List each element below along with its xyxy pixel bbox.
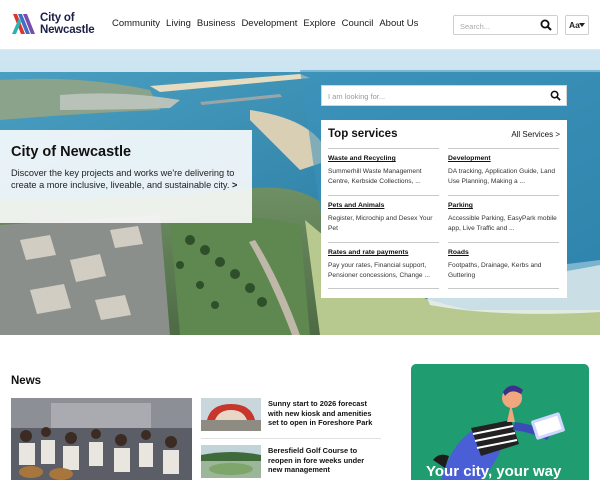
nav-item-living[interactable]: Living xyxy=(166,18,191,29)
news-heading: News xyxy=(11,375,42,387)
nav-item-business[interactable]: Business xyxy=(197,18,236,29)
divider xyxy=(328,288,439,289)
main-nav: Community Living Business Development Ex… xyxy=(112,18,424,29)
service-desc: Footpaths, Drainage, Kerbs and Guttering xyxy=(448,262,542,279)
nav-item-explore[interactable]: Explore xyxy=(303,18,335,29)
all-services-link[interactable]: All Services > xyxy=(511,130,560,139)
search-icon[interactable] xyxy=(540,19,552,31)
text-size-button[interactable]: Aa xyxy=(565,15,589,35)
nav-item-about-us[interactable]: About Us xyxy=(379,18,418,29)
hero-search-input[interactable] xyxy=(322,87,532,106)
logo-text-line2: Newcastle xyxy=(40,24,95,36)
news-title[interactable]: Beresfield Golf Course to reopen in fore… xyxy=(268,446,380,475)
service-item[interactable]: Waste and Recycling Summerhill Waste Man… xyxy=(328,148,439,186)
news-thumb xyxy=(201,445,261,478)
service-title[interactable]: Parking xyxy=(448,202,559,209)
golf-course-photo xyxy=(201,445,261,478)
service-desc: Accessible Parking, EasyPark mobile app,… xyxy=(448,215,557,232)
top-services-card: Top services All Services > Waste and Re… xyxy=(321,120,567,298)
logo-mark-icon xyxy=(12,14,35,34)
divider xyxy=(448,288,559,289)
logo-text: City of Newcastle xyxy=(40,12,95,36)
chevron-right-icon: > xyxy=(231,180,238,190)
news-title[interactable]: Sunny start to 2026 forecast with new ki… xyxy=(268,399,380,428)
divider xyxy=(201,438,381,439)
nav-item-council[interactable]: Council xyxy=(342,18,374,29)
intro-text-body: Discover the key projects and works we'r… xyxy=(11,168,235,190)
site-header: City of Newcastle Community Living Busin… xyxy=(0,0,600,50)
news-thumb xyxy=(201,398,261,431)
logo-text-line1: City of xyxy=(40,12,75,24)
top-services-title: Top services xyxy=(328,128,398,140)
hero: City of Newcastle Discover the key proje… xyxy=(0,50,600,335)
service-item[interactable]: Roads Footpaths, Drainage, Kerbs and Gut… xyxy=(448,242,559,280)
intro-title: City of Newcastle xyxy=(11,144,132,160)
promo-card[interactable]: Your city, your way xyxy=(411,364,589,480)
service-desc: DA tracking, Application Guide, Land Use… xyxy=(448,168,556,185)
header-search xyxy=(453,15,558,36)
service-desc: Register, Microchip and Desex Your Pet xyxy=(328,215,433,232)
header-search-input[interactable] xyxy=(454,17,538,36)
service-item[interactable]: Pets and Animals Register, Microchip and… xyxy=(328,195,439,233)
intro-text[interactable]: Discover the key projects and works we'r… xyxy=(11,167,241,191)
nav-item-community[interactable]: Community xyxy=(112,18,160,29)
service-title[interactable]: Development xyxy=(448,155,559,162)
news-feature-image[interactable] xyxy=(11,398,192,480)
service-title[interactable]: Roads xyxy=(448,249,559,256)
service-desc: Pay your rates, Financial support, Pensi… xyxy=(328,262,430,279)
promo-text: Your city, your way xyxy=(426,463,562,480)
kiosk-photo xyxy=(201,398,261,431)
service-item[interactable]: Rates and rate payments Pay your rates, … xyxy=(328,242,439,280)
intro-card: City of Newcastle Discover the key proje… xyxy=(0,130,252,223)
top-services-header: Top services All Services > xyxy=(328,128,560,148)
service-desc: Summerhill Waste Management Centre, Kerb… xyxy=(328,168,422,185)
service-item[interactable]: Development DA tracking, Application Gui… xyxy=(448,148,559,186)
service-item[interactable]: Parking Accessible Parking, EasyPark mob… xyxy=(448,195,559,233)
logo[interactable]: City of Newcastle xyxy=(11,11,101,39)
search-icon[interactable] xyxy=(550,90,561,101)
chevron-down-icon xyxy=(579,23,585,27)
service-title[interactable]: Waste and Recycling xyxy=(328,155,439,162)
orchestra-photo xyxy=(11,398,192,480)
nav-item-development[interactable]: Development xyxy=(241,18,297,29)
hero-search xyxy=(321,85,567,106)
service-title[interactable]: Rates and rate payments xyxy=(328,249,439,256)
service-title[interactable]: Pets and Animals xyxy=(328,202,439,209)
